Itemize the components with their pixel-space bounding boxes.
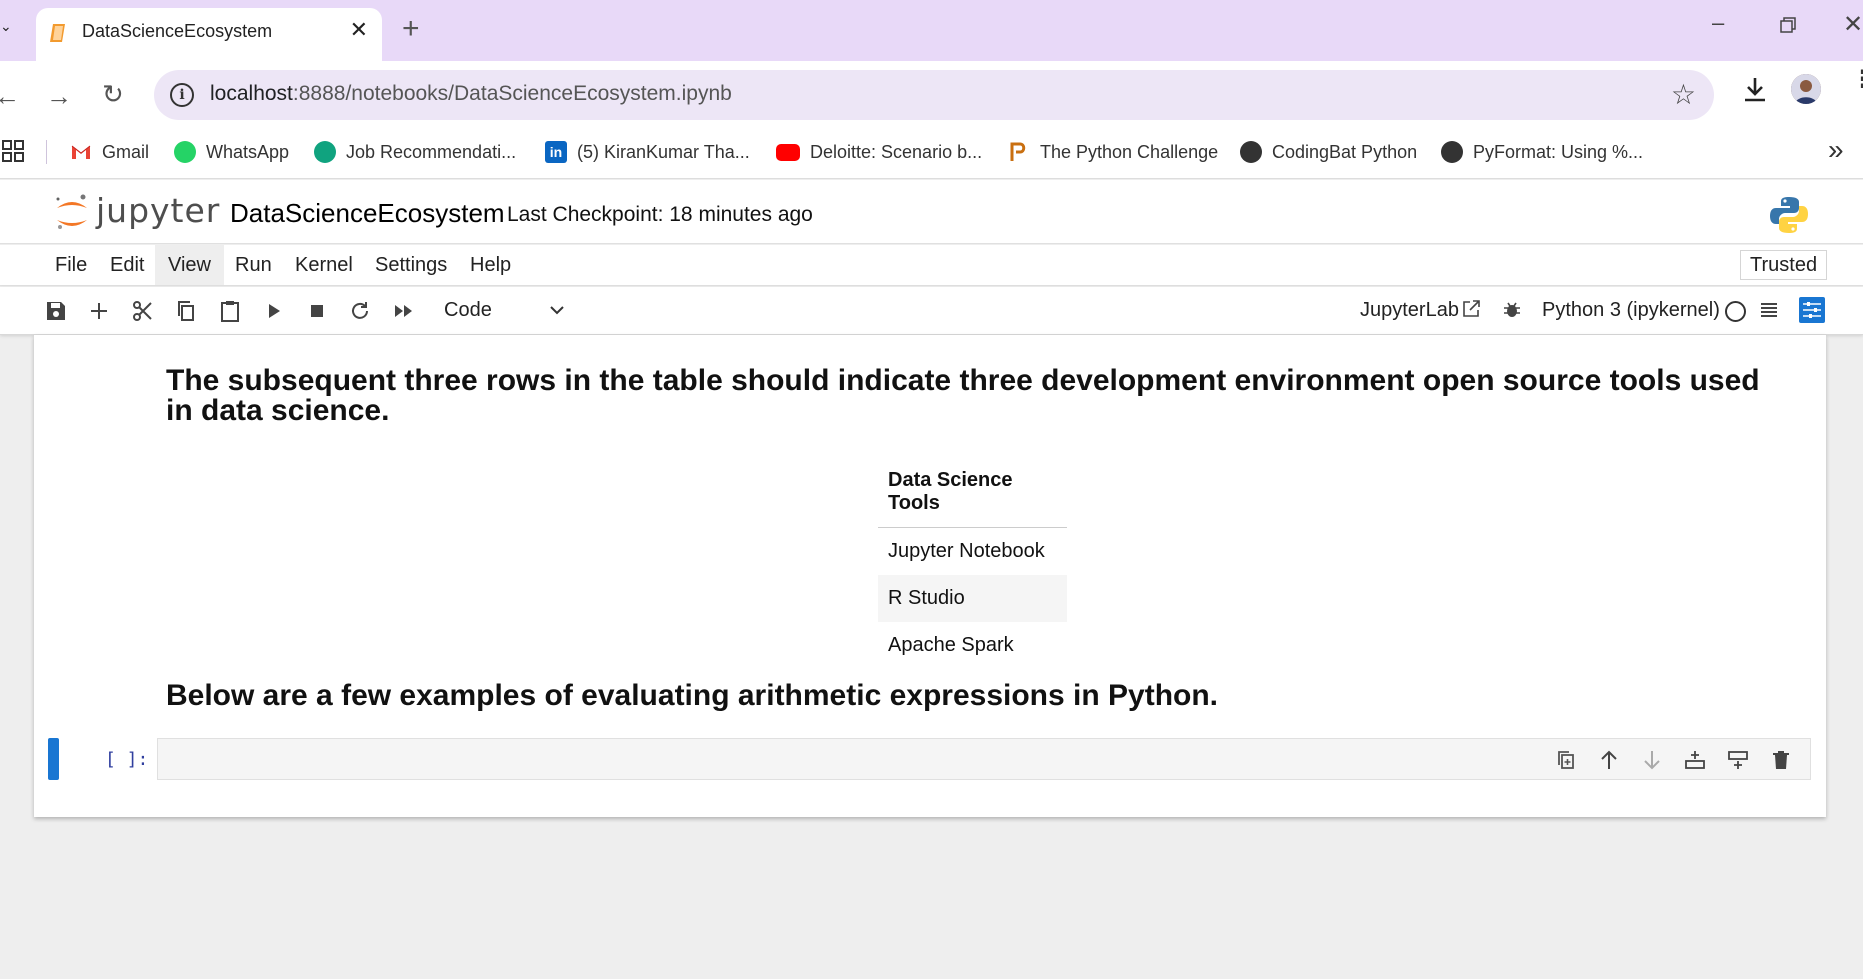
jupyter-header: jupyter DataScienceEcosystem Last Checkp… <box>0 180 1863 244</box>
code-cell-input[interactable] <box>157 738 1811 780</box>
table-cell: Jupyter Notebook <box>888 540 1045 562</box>
insert-cell-below-icon[interactable] <box>1684 749 1706 771</box>
cell-prompt: [ ]: <box>105 749 149 770</box>
bookmark-gmail[interactable]: Gmail <box>70 138 149 166</box>
python-challenge-icon <box>1010 142 1026 161</box>
bookmark-star-icon[interactable]: ☆ <box>1671 78 1696 111</box>
delete-cell-icon[interactable] <box>1770 749 1792 771</box>
browser-tab[interactable]: DataScienceEcosystem ✕ <box>36 8 382 61</box>
menu-file[interactable]: File <box>42 245 100 285</box>
apps-grid-icon[interactable] <box>2 140 24 162</box>
linkedin-icon: in <box>545 141 567 163</box>
bookmark-pyformat[interactable]: PyFormat: Using %... <box>1441 138 1643 166</box>
run-icon[interactable] <box>262 299 286 323</box>
globe-icon <box>1240 141 1262 163</box>
restart-run-all-icon[interactable] <box>392 299 416 323</box>
window-close-icon[interactable]: ✕ <box>1843 10 1863 39</box>
bookmark-job-recommendation[interactable]: Job Recommendati... <box>314 138 516 166</box>
property-inspector-icon[interactable] <box>1799 297 1825 323</box>
new-tab-icon[interactable]: + <box>402 12 420 46</box>
move-up-icon[interactable] <box>1598 749 1620 771</box>
bookmark-deloitte[interactable]: Deloitte: Scenario b... <box>776 138 982 166</box>
bookmark-linkedin[interactable]: in (5) KiranKumar Tha... <box>545 138 750 166</box>
kernel-name[interactable]: Python 3 (ipykernel) <box>1542 299 1720 322</box>
jupyter-wordmark[interactable]: jupyter <box>96 191 220 230</box>
table-header: Data Science Tools <box>878 457 1067 528</box>
restart-icon[interactable] <box>348 299 372 323</box>
save-icon[interactable] <box>44 299 68 323</box>
menu-help[interactable]: Help <box>457 245 524 285</box>
menu-kernel[interactable]: Kernel <box>282 245 366 285</box>
tab-search-chevron-icon[interactable]: ⌄ <box>0 18 16 42</box>
menu-run[interactable]: Run <box>222 245 285 285</box>
bookmark-codingbat[interactable]: CodingBat Python <box>1240 138 1417 166</box>
download-icon[interactable] <box>1742 75 1768 105</box>
jupyter-logo-icon[interactable] <box>52 192 92 234</box>
duplicate-cell-icon[interactable] <box>1555 749 1577 771</box>
profile-avatar[interactable] <box>1791 74 1821 104</box>
chat-icon <box>314 141 336 163</box>
bookmark-python-challenge[interactable]: The Python Challenge <box>1008 138 1218 166</box>
stop-icon[interactable] <box>305 299 329 323</box>
browser-navbar: ← → ↻ i localhost:8888/notebooks/DataSci… <box>0 61 1863 134</box>
url-text[interactable]: localhost:8888/notebooks/DataScienceEcos… <box>210 82 732 106</box>
globe-icon <box>1441 141 1463 163</box>
chevron-down-icon[interactable] <box>548 301 566 319</box>
window-restore-icon[interactable] <box>1780 17 1796 33</box>
address-bar[interactable]: i localhost:8888/notebooks/DataScienceEc… <box>154 70 1714 120</box>
forward-icon[interactable]: → <box>46 81 72 112</box>
bookmarks-bar: Gmail WhatsApp Job Recommendati... in (5… <box>0 134 1863 179</box>
jupyter-menubar: File Edit View Run Kernel Settings Help … <box>0 245 1863 286</box>
trusted-indicator[interactable]: Trusted <box>1740 250 1828 280</box>
tab-close-icon[interactable]: ✕ <box>350 17 368 43</box>
copy-icon[interactable] <box>174 299 198 323</box>
bookmark-whatsapp[interactable]: WhatsApp <box>174 138 289 166</box>
table-of-contents-icon[interactable] <box>1759 300 1779 320</box>
open-jupyterlab-link[interactable]: JupyterLab <box>1360 299 1459 322</box>
bookmarks-separator <box>46 140 47 164</box>
site-info-icon[interactable]: i <box>170 83 194 107</box>
notebook-title[interactable]: DataScienceEcosystem <box>230 198 505 229</box>
last-checkpoint: Last Checkpoint: 18 minutes ago <box>507 203 813 226</box>
move-down-icon[interactable] <box>1641 749 1663 771</box>
browser-tab-strip: ⌄ DataScienceEcosystem ✕ + – ✕ <box>0 0 1863 61</box>
browser-menu-icon[interactable]: ⋮ <box>1851 68 1863 92</box>
whatsapp-icon <box>174 141 196 163</box>
paste-icon[interactable] <box>218 299 242 323</box>
table-cell: R Studio <box>878 575 1067 622</box>
more-bookmarks-icon[interactable]: » <box>1828 134 1844 166</box>
external-link-icon[interactable] <box>1461 299 1481 319</box>
notebook-favicon-icon <box>50 24 65 42</box>
menu-view[interactable]: View <box>155 245 224 285</box>
active-cell-indicator[interactable] <box>48 738 59 780</box>
cell-type-select[interactable]: Code <box>444 299 492 322</box>
window-minimize-icon[interactable]: – <box>1712 10 1724 36</box>
python-logo-icon <box>1770 197 1808 233</box>
insert-cell-icon[interactable] <box>87 299 111 323</box>
youtube-icon <box>776 143 800 161</box>
menu-settings[interactable]: Settings <box>362 245 460 285</box>
back-icon[interactable]: ← <box>0 81 20 112</box>
menu-edit[interactable]: Edit <box>97 245 157 285</box>
data-science-tools-table: Data Science Tools Jupyter Notebook R St… <box>878 457 1067 669</box>
reload-icon[interactable]: ↻ <box>102 79 124 110</box>
markdown-heading-arithmetic[interactable]: Below are a few examples of evaluating a… <box>166 681 1766 711</box>
notebook-panel: The subsequent three rows in the table s… <box>34 335 1826 817</box>
insert-cell-above-icon[interactable] <box>1727 749 1749 771</box>
tab-title: DataScienceEcosystem <box>82 21 273 41</box>
table-cell: Apache Spark <box>888 634 1014 656</box>
debugger-icon[interactable] <box>1502 300 1522 320</box>
gmail-icon <box>71 145 91 159</box>
kernel-status-icon <box>1725 301 1746 322</box>
notebook-toolbar: Code JupyterLab Python 3 (ipykernel) <box>0 287 1863 335</box>
cut-icon[interactable] <box>131 299 155 323</box>
markdown-heading-tools[interactable]: The subsequent three rows in the table s… <box>166 366 1766 426</box>
